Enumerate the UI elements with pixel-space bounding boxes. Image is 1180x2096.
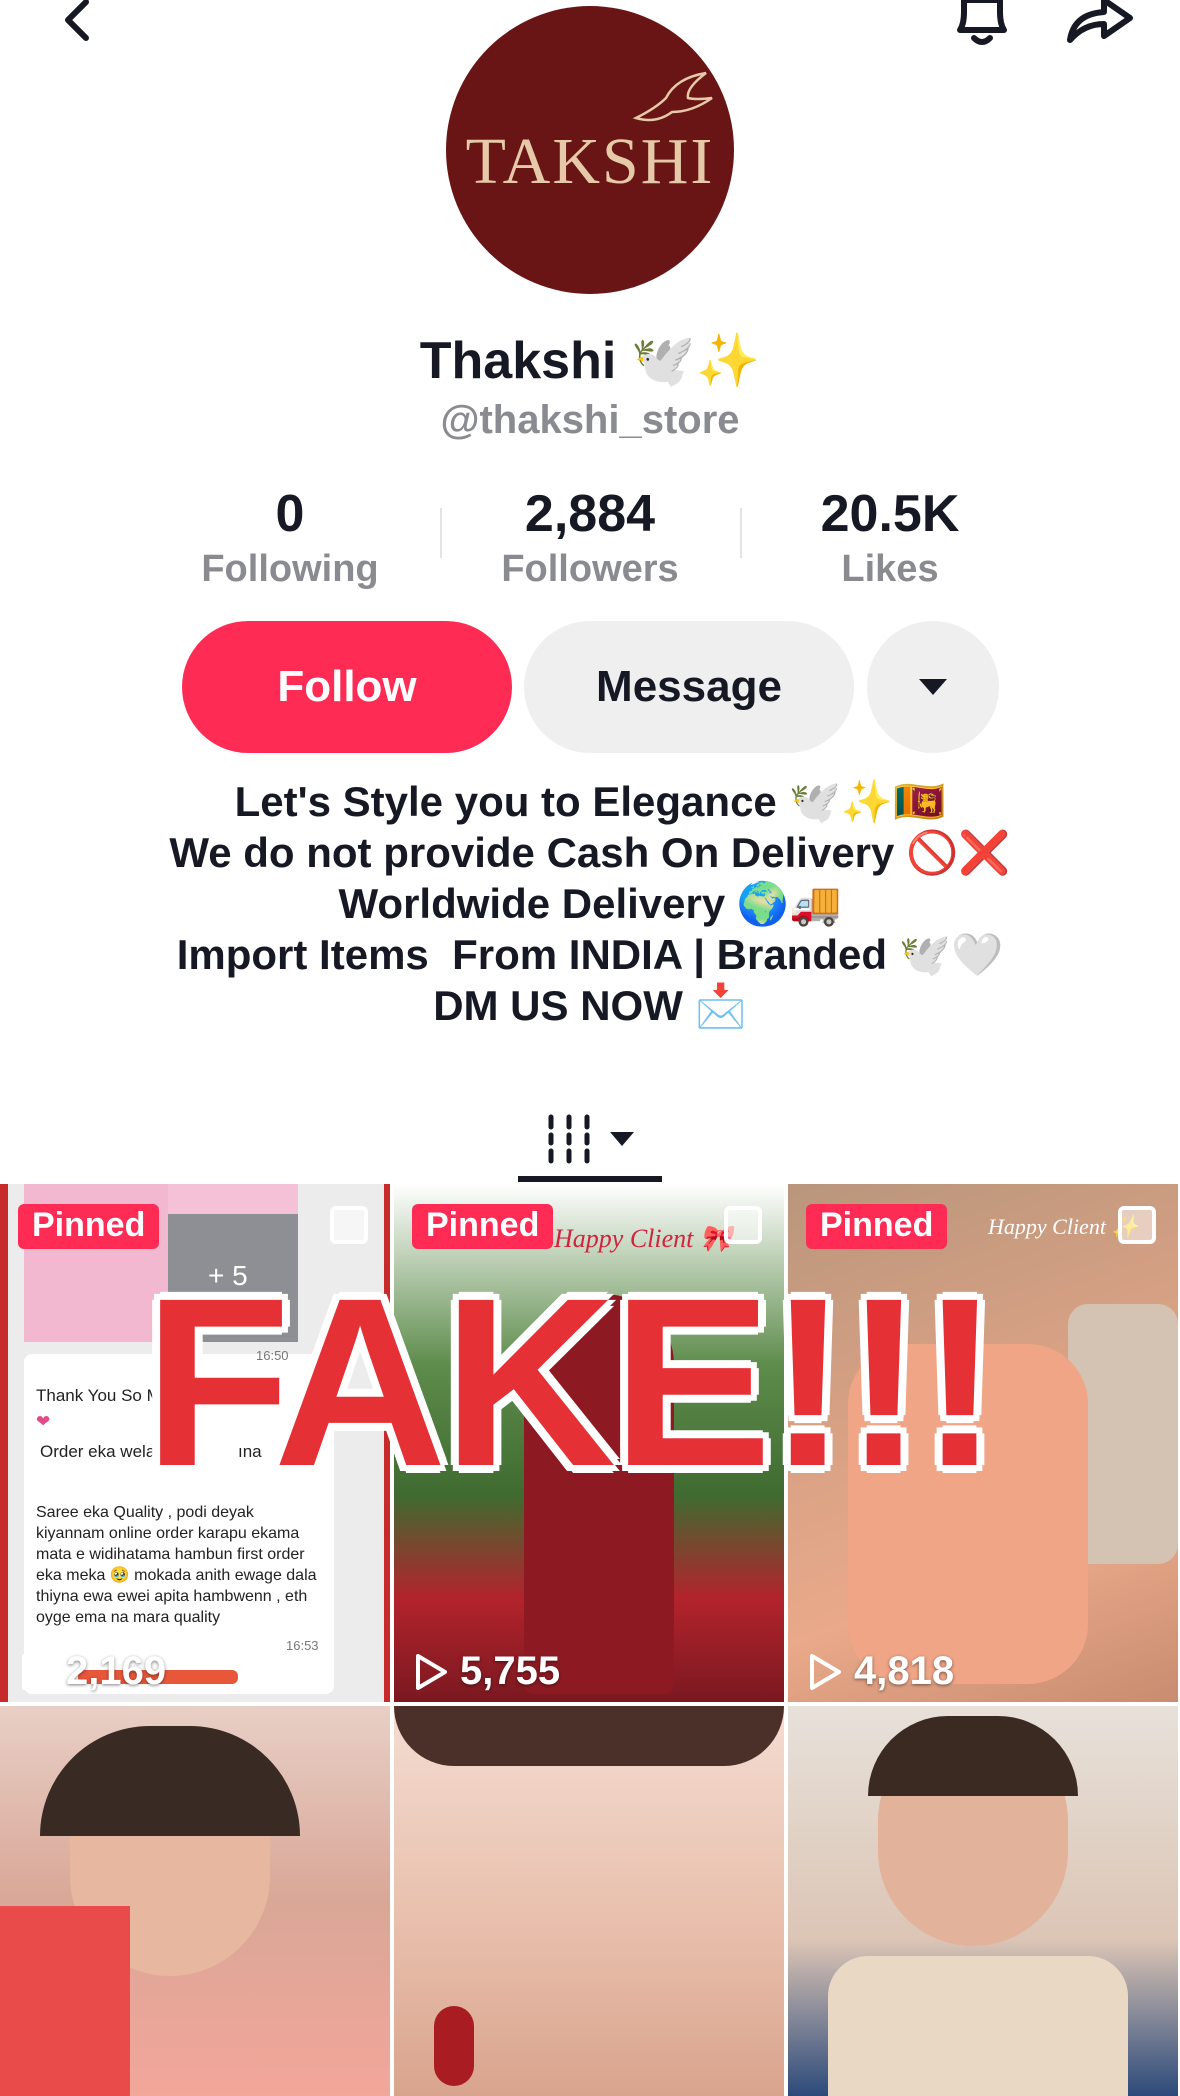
multi-photo-icon [724,1206,762,1244]
video-thumbnail[interactable] [0,1706,390,2096]
dove-logo-icon [632,71,713,122]
view-count: 2,169 [20,1649,166,1694]
multi-photo-icon [1118,1206,1156,1244]
bio-line: Import Items From INDIA | Branded 🕊️🤍 [176,931,1004,978]
followers-count: 2,884 [524,485,656,543]
chat-time: 16:53 [286,1638,319,1653]
nail-shape [434,2006,474,2086]
share-icon[interactable] [1064,0,1136,60]
suggested-accounts-button[interactable] [867,621,999,753]
message-button[interactable]: Message [524,621,854,753]
dupatta-shape [0,1906,130,2096]
caret-down-icon [919,679,947,695]
following-label: Following [201,548,379,590]
play-icon [22,1653,53,1690]
pinned-badge: Pinned [806,1204,948,1249]
bio-line: Worldwide Delivery 🌍🚚 [338,880,842,927]
pinned-badge: Pinned [412,1204,554,1249]
hair-shape [394,1706,784,1766]
caret-down-icon [610,1132,634,1146]
bio-line: Let's Style you to Elegance 🕊️✨🇱🇰 [234,778,946,825]
pinned-badge: Pinned [18,1204,160,1249]
likes-label: Likes [841,548,939,590]
likes-count: 20.5K [820,485,960,543]
display-name: Thakshi 🕊️✨ [419,332,761,390]
following-count: 0 [275,485,305,543]
heart-icon: ❤ [36,1412,51,1431]
view-count: 5,755 [414,1649,560,1694]
fake-overlay-text: FAKE!!! [144,1248,1000,1516]
username-handle: @thakshi_store [440,398,740,442]
chat-message: Saree eka Quality , podi deyak kiyannam … [36,1504,317,1626]
view-count: 4,818 [808,1649,954,1694]
videos-grid-icon [548,1114,590,1164]
stat-following[interactable]: 0 Following [140,484,440,594]
stat-likes: 20.5K Likes [740,484,1040,594]
play-icon [810,1653,841,1690]
followers-label: Followers [501,548,679,590]
video-thumbnail[interactable] [394,1706,784,2096]
avatar[interactable]: TAKSHI [446,6,734,294]
bio: Let's Style you to Elegance 🕊️✨🇱🇰 We do … [0,776,1180,1031]
bio-line: DM US NOW 📩 [433,982,747,1029]
hair-shape [868,1716,1078,1796]
video-thumbnail[interactable] [788,1706,1178,2096]
view-count-text: 2,169 [66,1649,167,1693]
video-caption: Happy Client ✨ [988,1214,1139,1239]
photo-thumb [168,1184,298,1214]
tab-underline [518,1176,662,1182]
play-icon [416,1653,447,1690]
view-count-text: 5,755 [460,1649,561,1693]
multi-photo-icon [330,1206,368,1244]
tab-videos[interactable] [518,1094,662,1184]
back-icon[interactable] [40,0,112,60]
bio-line: We do not provide Cash On Delivery 🚫❌ [169,829,1011,876]
follow-button[interactable]: Follow [182,621,512,753]
stat-followers[interactable]: 2,884 Followers [440,484,740,594]
bell-icon[interactable] [946,0,1018,60]
view-count-text: 4,818 [854,1649,955,1693]
outfit-shape [828,1956,1128,2096]
hair-shape [40,1726,300,1836]
